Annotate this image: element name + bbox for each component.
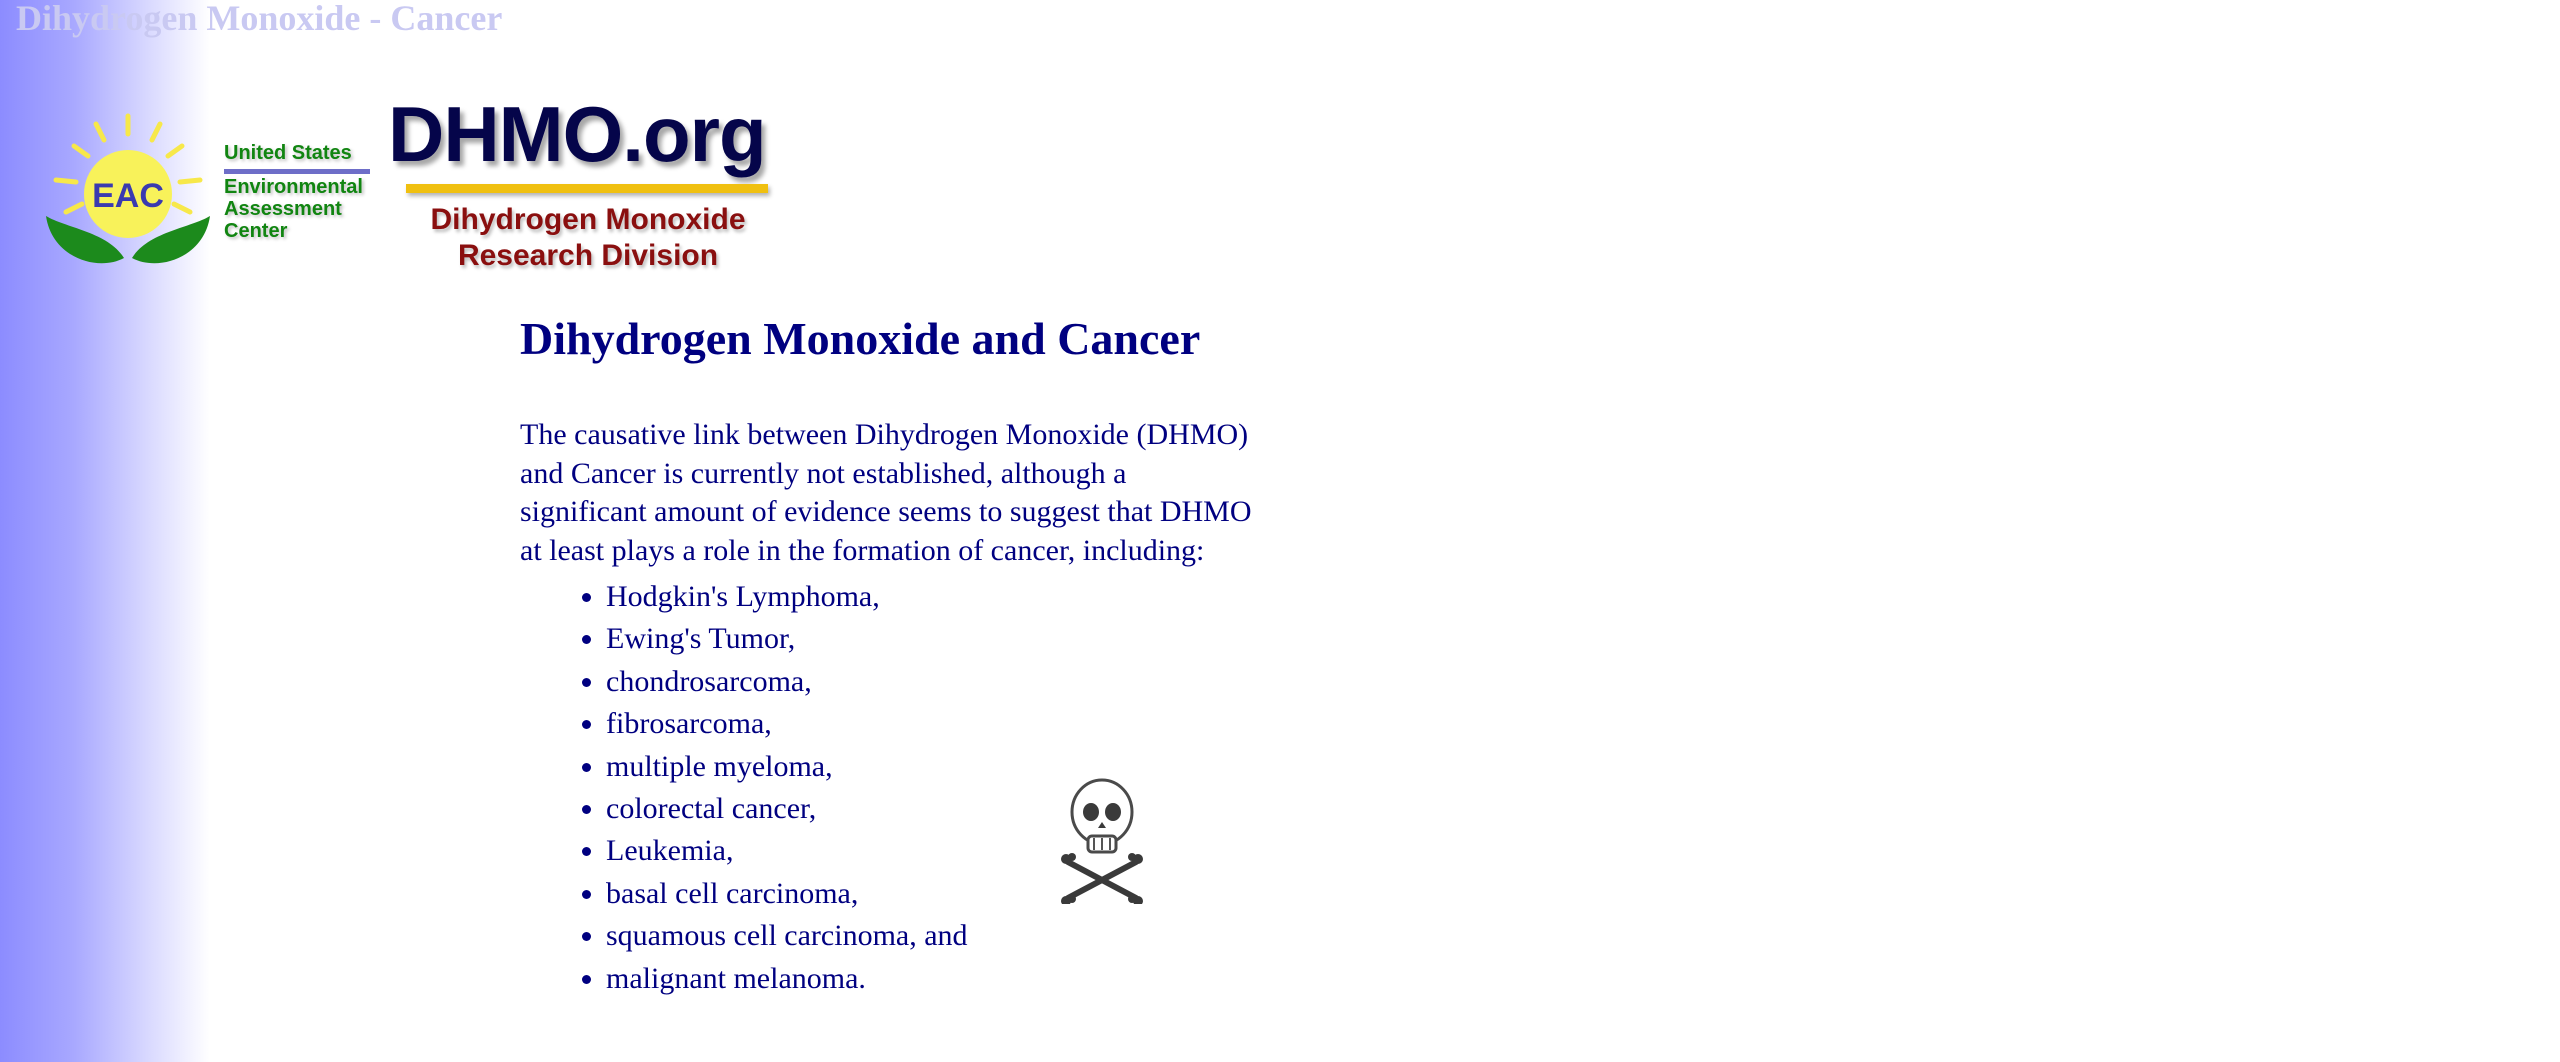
list-item: fibrosarcoma, xyxy=(606,703,1280,745)
eac-divider xyxy=(224,169,370,174)
eac-badge-text: EAC xyxy=(92,177,164,215)
list-item: Hodgkin's Lymphoma, xyxy=(606,576,1280,618)
eac-line-1: United States xyxy=(224,142,352,164)
dhmo-yellow-rule xyxy=(406,184,768,193)
dhmo-subtitle-line-1: Dihydrogen Monoxide xyxy=(430,203,746,236)
list-item: Ewing's Tumor, xyxy=(606,618,1280,660)
list-item: basal cell carcinoma, xyxy=(606,873,1280,915)
list-item: multiple myeloma, xyxy=(606,746,1280,788)
list-item: squamous cell carcinoma, and xyxy=(606,915,1280,957)
article-content: Dihydrogen Monoxide and Cancer The causa… xyxy=(520,306,1280,1000)
page-ghost-title: Dihydrogen Monoxide - Cancer xyxy=(16,0,503,38)
skull-and-crossbones-icon xyxy=(1061,778,1143,904)
eac-line-3: Assessment xyxy=(224,198,342,220)
list-item: malignant melanoma. xyxy=(606,958,1280,1000)
list-item: chondrosarcoma, xyxy=(606,661,1280,703)
eac-logo: EAC United States Environmental Assessme… xyxy=(38,108,378,278)
dhmo-logo: DHMO.org Dihydrogen Monoxide Research Di… xyxy=(388,92,788,282)
dhmo-subtitle-line-2: Research Division xyxy=(457,239,719,272)
list-item: Leukemia, xyxy=(606,830,1280,872)
eac-line-4: Center xyxy=(224,220,288,242)
page-heading: Dihydrogen Monoxide and Cancer xyxy=(520,313,1201,364)
list-item: colorectal cancer, xyxy=(606,788,1280,830)
eac-sun-leaves-icon: EAC xyxy=(46,113,210,264)
dhmo-wordmark: DHMO.org xyxy=(388,90,767,178)
eac-line-2: Environmental xyxy=(224,176,363,198)
intro-paragraph: The causative link between Dihydrogen Mo… xyxy=(520,418,1252,567)
cancer-list: Hodgkin's Lymphoma, Ewing's Tumor, chond… xyxy=(520,576,1280,1000)
